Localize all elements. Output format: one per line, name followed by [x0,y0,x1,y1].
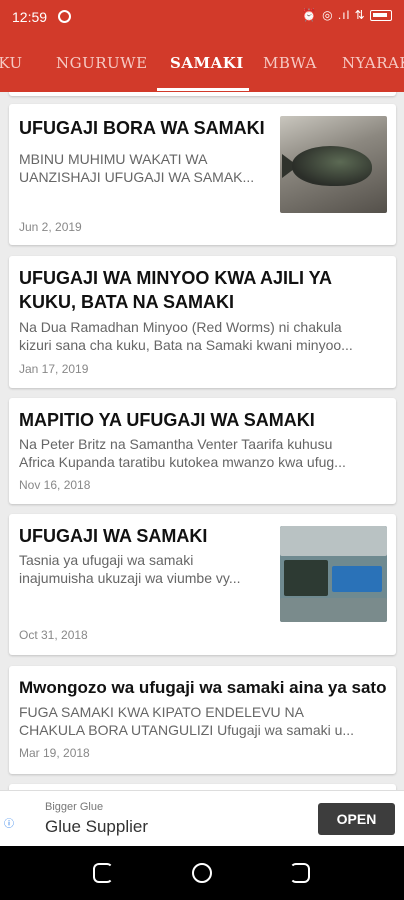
notification-icon [58,10,71,23]
article-title: UFUGAJI BORA WA SAMAKI [19,118,265,138]
battery-icon [370,10,392,22]
article-title: UFUGAJI WA MINYOO KWA AJILI YA KUKU, BAT… [19,268,332,312]
article-card[interactable]: MAPITIO YA UFUGAJI WA SAMAKI Na Peter Br… [9,398,396,504]
article-excerpt: MBINU MUHIMU WAKATI WA UANZISHAJI UFUGAJ… [19,151,255,185]
article-excerpt: FUGA SAMAKI KWA KIPATO ENDELEVU NA CHAKU… [19,704,355,738]
ad-choices-icon[interactable]: ⓘ [4,815,14,830]
system-nav-bar [0,846,404,900]
tab-kuku[interactable]: KUKU [0,54,23,72]
article-card[interactable]: UFUGAJI BORA WA SAMAKI MBINU MUHIMU WAKA… [9,104,396,245]
tab-samaki[interactable]: SAMAKI [170,54,244,72]
article-card[interactable]: UFUGAJI WA SAMAKI Tasnia ya ufugaji wa s… [9,514,396,655]
article-date: Nov 16, 2018 [19,478,91,492]
back-icon[interactable] [290,863,310,883]
article-date: Jun 2, 2019 [19,220,82,234]
ad-subtitle: Bigger Glue [45,801,104,813]
status-icons: ⏰ ◎ .ıl ⇅ [302,8,392,22]
article-title: UFUGAJI WA SAMAKI [19,526,208,546]
article-title: MAPITIO YA UFUGAJI WA SAMAKI [19,410,315,430]
tab-nyaraka[interactable]: NYARAKA [342,54,404,72]
recent-apps-icon[interactable] [93,863,113,883]
fish-body-shape [292,146,372,186]
tilapia-fish-image [280,116,387,213]
tab-kuku-label: KUKU [0,54,23,72]
status-icons-text: ⏰ ◎ .ıl ⇅ [301,8,366,22]
ad-title: Glue Supplier [45,817,149,836]
tab-nguruwe[interactable]: NGURUWE [56,54,148,72]
farm-roof-shape [280,526,387,556]
article-date: Mar 19, 2018 [19,746,90,760]
article-card[interactable]: Mwongozo wa ufugaji wa samaki aina ya sa… [9,666,396,774]
tab-mbwa[interactable]: MBWA [263,54,317,72]
article-date: Oct 31, 2018 [19,628,88,642]
farm-tank-shape [332,566,382,592]
fish-farm-tanks-image [280,526,387,622]
tab-indicator [157,88,249,91]
category-tabs: KUKU NGURUWE SAMAKI MBWA NYARAKA [0,36,404,92]
article-list[interactable]: UFUGAJI BORA WA SAMAKI MBINU MUHIMU WAKA… [0,92,404,790]
home-icon[interactable] [192,863,212,883]
ad-open-button[interactable]: OPEN [318,803,395,835]
article-date: Jan 17, 2019 [19,362,89,376]
status-bar: 12:59 ⏰ ◎ .ıl ⇅ [0,0,404,36]
article-card[interactable] [9,92,396,96]
ad-banner[interactable]: ⓘ Bigger Glue Glue Supplier OPEN [0,790,404,846]
farm-tank-shape [284,560,328,596]
status-time: 12:59 [12,9,48,25]
article-title: Mwongozo wa ufugaji wa samaki aina ya sa… [19,678,387,697]
article-excerpt: Na Peter Britz na Samantha Venter Taarif… [19,436,346,470]
article-card[interactable]: UFUGAJI WA MINYOO KWA AJILI YA KUKU, BAT… [9,256,396,388]
farm-floor-shape [280,598,387,622]
article-excerpt: Na Dua Ramadhan Minyoo (Red Worms) ni ch… [19,319,353,353]
article-excerpt: Tasnia ya ufugaji wa samaki inajumuisha … [19,552,241,586]
